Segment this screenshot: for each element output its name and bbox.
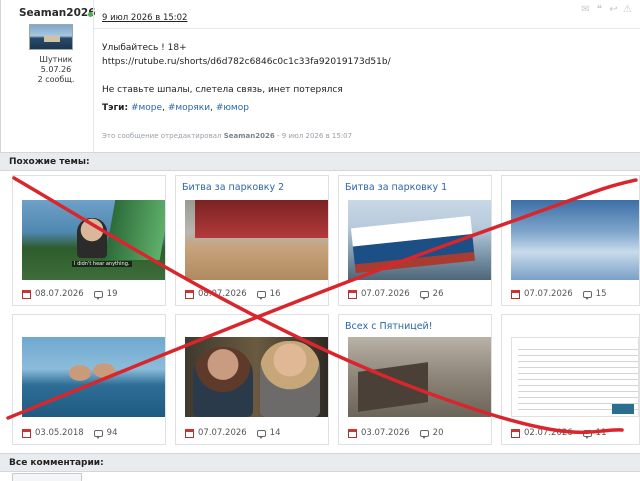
topic-date: 07.07.2026	[361, 289, 410, 299]
topic-card[interactable]: 02.07.2026 11	[501, 314, 640, 445]
topic-thumbnail[interactable]	[22, 337, 165, 417]
calendar-icon	[22, 428, 31, 438]
topic-date: 02.07.2026	[524, 428, 573, 438]
post-date-link[interactable]: 9 июл 2026 в 15:02	[102, 13, 187, 23]
topic-comments: 19	[106, 289, 118, 299]
user-joined: 5.07.26	[40, 65, 72, 74]
topic-meta: 08.07.2026 19	[22, 289, 118, 300]
comment-icon	[582, 290, 592, 300]
username-link[interactable]: Seaman2026	[19, 7, 96, 19]
calendar-icon	[185, 289, 194, 299]
post-body: 9 июл 2026 в 15:02 ✉ ❝ ↩ ⚠ Улыбайтесь ! …	[93, 0, 640, 152]
topic-date: 03.07.2026	[361, 428, 410, 438]
topic-date: 07.07.2026	[524, 289, 573, 299]
warning-icon[interactable]: ⚠	[622, 4, 633, 15]
comment-icon	[419, 290, 429, 300]
avatar[interactable]	[29, 24, 73, 50]
comment-icon	[93, 429, 103, 439]
topic-thumbnail[interactable]	[185, 200, 328, 280]
topic-meta: 07.07.2026 26	[348, 289, 444, 300]
topic-meta: 02.07.2026 11	[511, 428, 607, 439]
topic-comments: 26	[432, 289, 444, 299]
edit-prefix: Это сообщение отредактировал	[102, 132, 222, 140]
tag-separator: ,	[162, 103, 165, 113]
quote-icon[interactable]: ❝	[594, 4, 605, 15]
all-comments-header: Все комментарии:	[0, 453, 640, 472]
reply-icon[interactable]: ↩	[608, 4, 619, 15]
edit-date: - 9 июл 2026 в 15:07	[276, 132, 353, 140]
post-tags: Тэги: #море, #моряки, #юмор	[102, 101, 622, 115]
topic-date: 08.07.2026	[35, 289, 84, 299]
thumbnail-caption: I didn't hear anything.	[72, 261, 132, 267]
topic-thumbnail[interactable]	[185, 337, 328, 417]
topic-thumbnail[interactable]: I didn't hear anything.	[22, 200, 165, 280]
topic-comments: 94	[106, 428, 118, 438]
topic-card[interactable]: Всех с Пятницей! 03.07.2026 20	[338, 314, 492, 445]
post-tools: ✉ ❝ ↩ ⚠	[580, 4, 633, 15]
calendar-icon	[185, 428, 194, 438]
topic-thumbnail[interactable]	[511, 200, 639, 280]
topic-meta: 03.05.2018 94	[22, 428, 118, 439]
edit-user: Seaman2026	[223, 132, 275, 140]
calendar-icon	[511, 289, 520, 299]
mail-icon[interactable]: ✉	[580, 4, 591, 15]
topic-comments: 16	[269, 289, 281, 299]
tag-link-more[interactable]: #море	[131, 103, 162, 113]
tag-separator: ,	[210, 103, 213, 113]
topic-title[interactable]: Битва за парковку 1	[345, 182, 447, 193]
post-line: Не ставьте шпалы, слетела связь, инет по…	[102, 85, 343, 95]
calendar-icon	[511, 428, 520, 438]
comment-icon	[256, 290, 266, 300]
topic-card[interactable]: Битва за парковку 1 07.07.2026 26	[338, 175, 492, 306]
comment-icon	[256, 429, 266, 439]
user-rank: Шутник	[39, 55, 73, 64]
edit-note: Это сообщение отредактировал Seaman2026 …	[102, 132, 352, 140]
topic-date: 07.07.2026	[198, 428, 247, 438]
topic-meta: 08.07.2026 16	[185, 289, 281, 300]
topic-comments: 14	[269, 428, 281, 438]
tag-link-humor[interactable]: #юмор	[216, 103, 249, 113]
topic-card[interactable]: 07.07.2026 14	[175, 314, 329, 445]
topic-card[interactable]: Битва за парковку 2 08.07.2026 16	[175, 175, 329, 306]
post: Seaman2026 Шутник 5.07.26 2 сообщ. 9 июл…	[0, 0, 640, 152]
topic-meta: 03.07.2026 20	[348, 428, 444, 439]
topic-date: 08.07.2026	[198, 289, 247, 299]
topic-comments: 15	[595, 289, 607, 299]
post-line: Улыбайтесь ! 18+	[102, 43, 187, 53]
topic-card[interactable]: I didn't hear anything. 08.07.2026 19	[12, 175, 166, 306]
divider	[94, 28, 640, 29]
topic-comments: 20	[432, 428, 444, 438]
topic-comments: 11	[595, 428, 607, 438]
post-link[interactable]: https://rutube.ru/shorts/d6d782c6846c0c1…	[102, 55, 622, 69]
topic-card[interactable]: 07.07.2026 15	[501, 175, 640, 306]
comments-input-edge[interactable]	[12, 473, 82, 481]
post-text: Улыбайтесь ! 18+ https://rutube.ru/short…	[102, 41, 622, 115]
calendar-icon	[348, 289, 357, 299]
calendar-icon	[22, 289, 31, 299]
similar-topics-header: Похожие темы:	[0, 152, 640, 171]
topic-thumbnail[interactable]	[348, 337, 491, 417]
user-post-count: 2 сообщ.	[37, 75, 75, 84]
similar-topics-grid: I didn't hear anything. 08.07.2026 19 Би…	[12, 175, 640, 445]
topic-meta: 07.07.2026 15	[511, 289, 607, 300]
topic-thumbnail[interactable]	[511, 337, 639, 417]
topic-title[interactable]: Всех с Пятницей!	[345, 321, 433, 332]
tags-label: Тэги:	[102, 103, 129, 113]
user-meta: Шутник 5.07.26 2 сообщ.	[31, 55, 81, 85]
topic-thumbnail[interactable]	[348, 200, 491, 280]
topic-meta: 07.07.2026 14	[185, 428, 281, 439]
calendar-icon	[348, 428, 357, 438]
tag-link-sailors[interactable]: #моряки	[168, 103, 210, 113]
comment-icon	[93, 290, 103, 300]
topic-card[interactable]: 03.05.2018 94	[12, 314, 166, 445]
comment-icon	[419, 429, 429, 439]
comment-icon	[582, 429, 592, 439]
topic-title[interactable]: Битва за парковку 2	[182, 182, 284, 193]
topic-date: 03.05.2018	[35, 428, 84, 438]
